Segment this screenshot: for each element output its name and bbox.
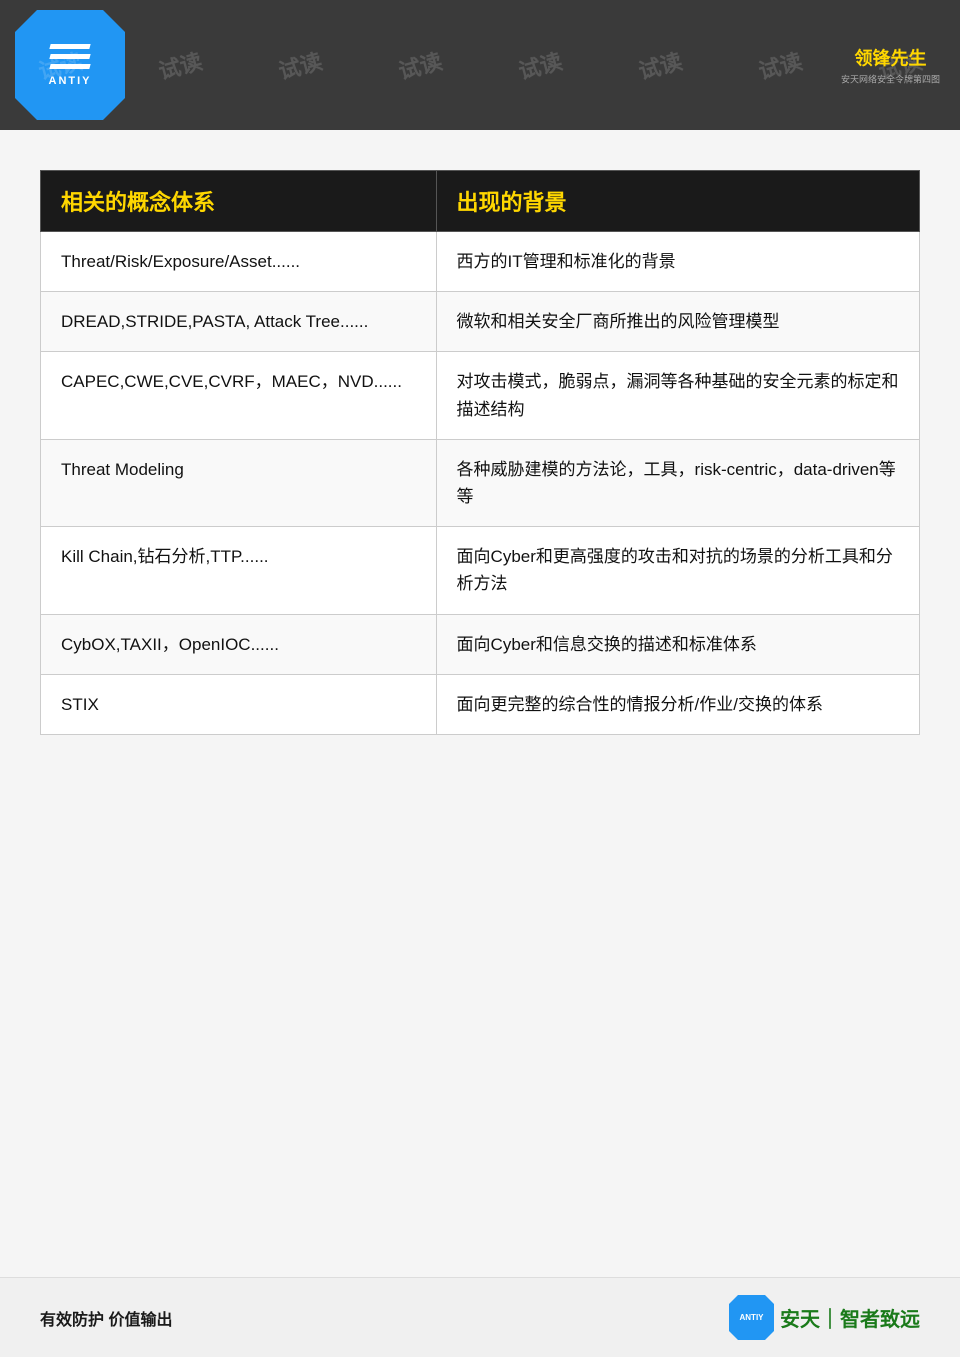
table-cell-right: 西方的IT管理和标准化的背景 (436, 232, 919, 292)
wm-6: 试读 (635, 44, 686, 86)
table-cell-right: 各种威胁建模的方法论，工具，risk-centric，data-driven等等 (436, 439, 919, 526)
wm-1: 试读 (35, 44, 86, 86)
table-cell-right: 面向更完整的综合性的情报分析/作业/交换的体系 (436, 674, 919, 734)
footer-antiy-label: ANTIY (740, 1313, 764, 1322)
header-watermarks: 试读 试读 试读 试读 试读 试读 试读 试读 (0, 0, 960, 130)
table-row: CybOX,TAXII，OpenIOC......面向Cyber和信息交换的描述… (41, 614, 920, 674)
wm-3: 试读 (275, 44, 326, 86)
footer-slogan: 有效防护 价值输出 (40, 1306, 172, 1330)
table-cell-right: 微软和相关安全厂商所推出的风险管理模型 (436, 292, 919, 352)
table-row: Threat/Risk/Exposure/Asset......西方的IT管理和… (41, 232, 920, 292)
table-header-right: 出现的背景 (436, 171, 919, 232)
table-cell-left: CybOX,TAXII，OpenIOC...... (41, 614, 437, 674)
table-cell-right: 面向Cyber和信息交换的描述和标准体系 (436, 614, 919, 674)
table-cell-left: Threat Modeling (41, 439, 437, 526)
wm-4: 试读 (395, 44, 446, 86)
footer: 有效防护 价值输出 ANTIY 安天｜智者致远 (0, 1277, 960, 1357)
table-row: CAPEC,CWE,CVE,CVRF，MAEC，NVD......对攻击模式，脆… (41, 352, 920, 439)
wm-7: 试读 (755, 44, 806, 86)
wm-2: 试读 (155, 44, 206, 86)
table-header-left: 相关的概念体系 (41, 171, 437, 232)
footer-brand-text: 安天｜智者致远 (780, 1303, 920, 1332)
table-row: Threat Modeling各种威胁建模的方法论，工具，risk-centri… (41, 439, 920, 526)
footer-logo-text: 安天 (780, 1309, 820, 1331)
wm-5: 试读 (515, 44, 566, 86)
table-cell-left: Threat/Risk/Exposure/Asset...... (41, 232, 437, 292)
header-right-logo: 领锋先生 安天网络安全令牌第四图 (841, 45, 940, 86)
footer-logo-icon: ANTIY (729, 1295, 774, 1340)
main-content: 相关的概念体系 出现的背景 Threat/Risk/Exposure/Asset… (0, 130, 960, 1357)
table-row: STIX面向更完整的综合性的情报分析/作业/交换的体系 (41, 674, 920, 734)
footer-brand-sub-text: 智者致远 (840, 1309, 920, 1331)
brand-name: 领锋先生 (841, 45, 940, 71)
table-cell-left: STIX (41, 674, 437, 734)
table-cell-left: DREAD,STRIDE,PASTA, Attack Tree...... (41, 292, 437, 352)
concept-table: 相关的概念体系 出现的背景 Threat/Risk/Exposure/Asset… (40, 170, 920, 735)
table-cell-left: CAPEC,CWE,CVE,CVRF，MAEC，NVD...... (41, 352, 437, 439)
table-cell-left: Kill Chain,钻石分析,TTP...... (41, 527, 437, 614)
header: ANTIY 试读 试读 试读 试读 试读 试读 试读 试读 领锋先生 安天网络安… (0, 0, 960, 130)
table-cell-right: 面向Cyber和更高强度的攻击和对抗的场景的分析工具和分析方法 (436, 527, 919, 614)
table-cell-right: 对攻击模式，脆弱点，漏洞等各种基础的安全元素的标定和描述结构 (436, 352, 919, 439)
table-row: Kill Chain,钻石分析,TTP......面向Cyber和更高强度的攻击… (41, 527, 920, 614)
brand-sub: 安天网络安全令牌第四图 (841, 73, 940, 86)
footer-brand-container: 安天｜智者致远 (780, 1303, 920, 1332)
table-row: DREAD,STRIDE,PASTA, Attack Tree......微软和… (41, 292, 920, 352)
footer-logo: ANTIY 安天｜智者致远 (729, 1295, 920, 1340)
